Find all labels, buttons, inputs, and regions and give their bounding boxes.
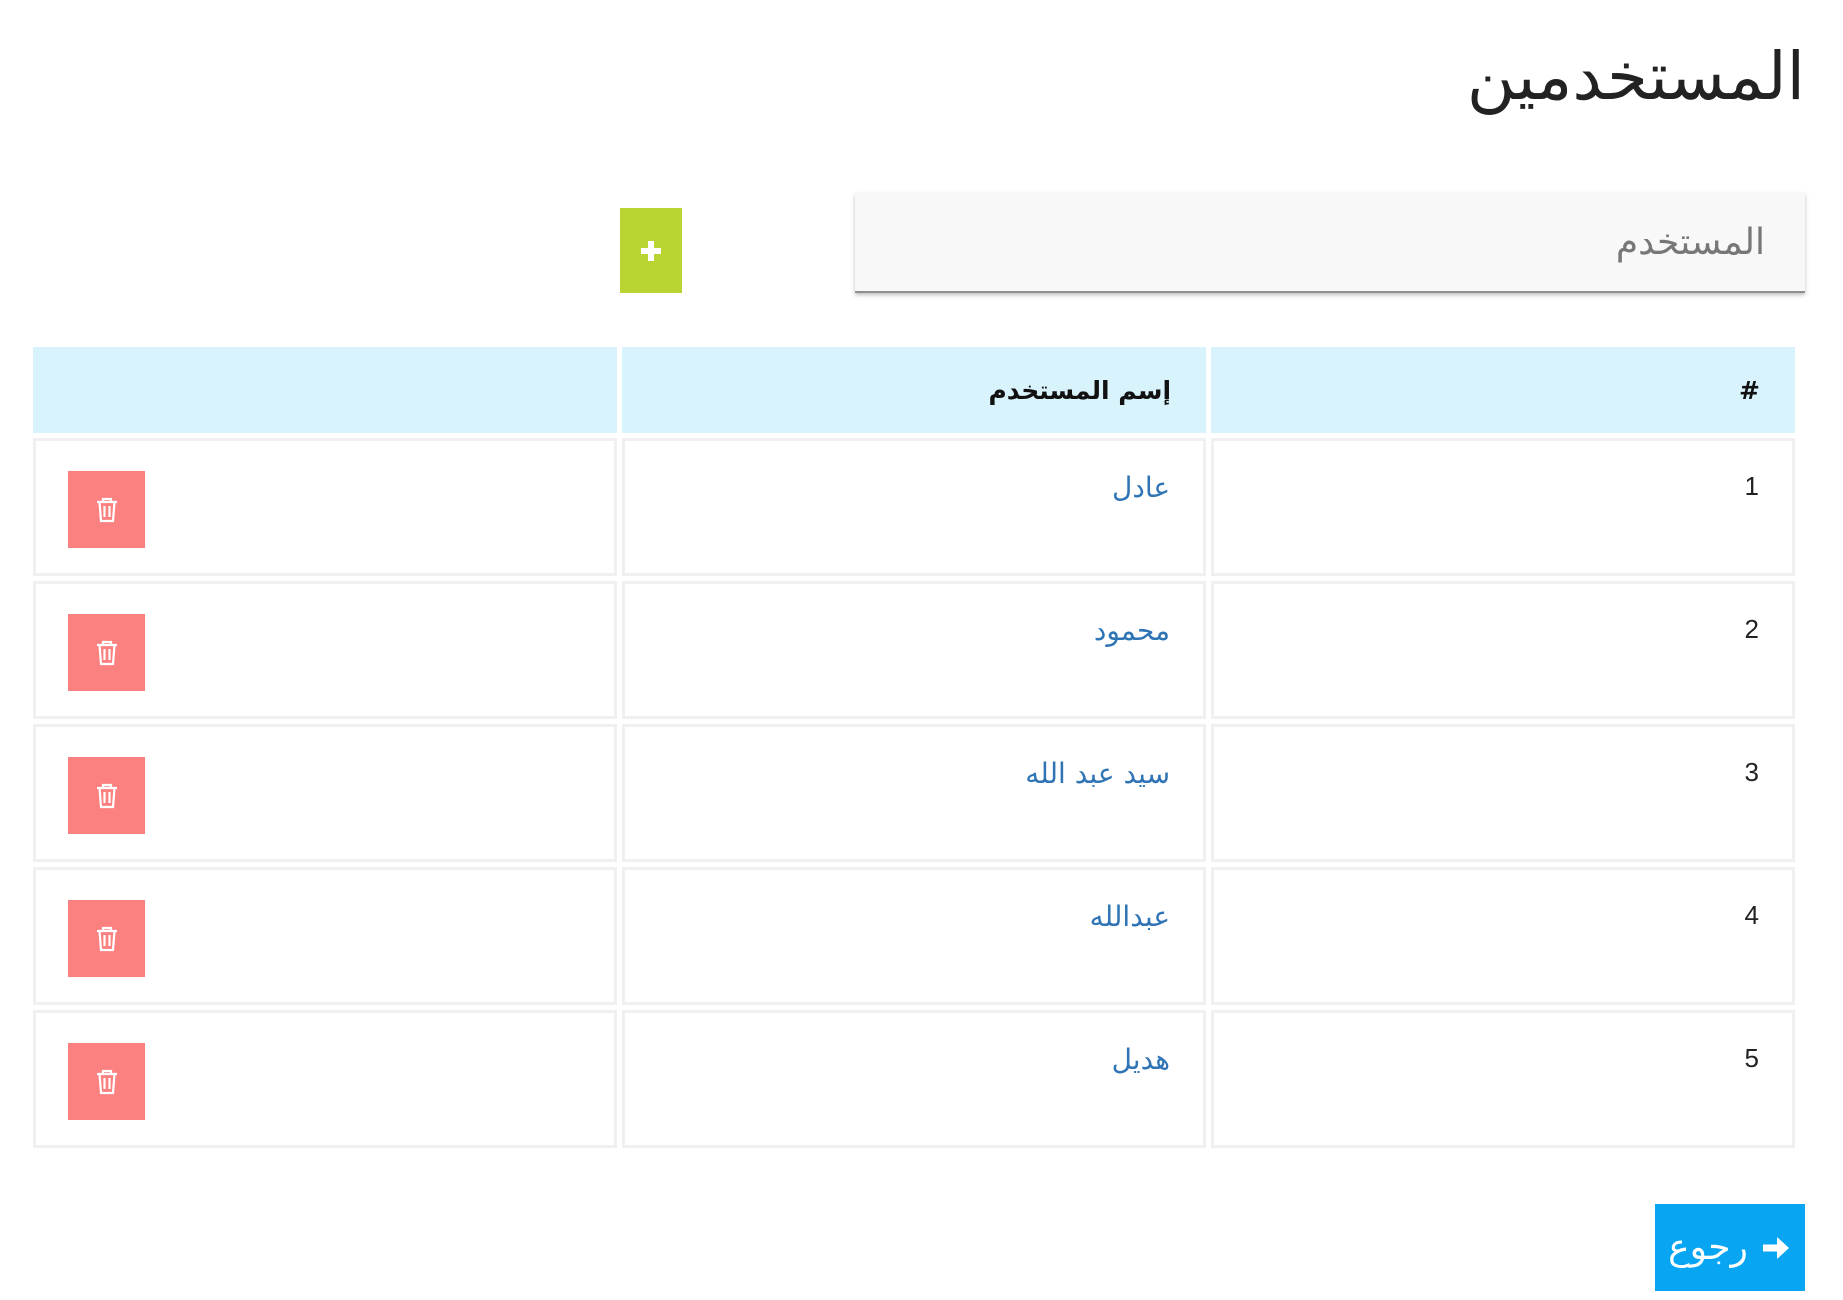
user-name-link[interactable]: هديل [1112, 1043, 1170, 1076]
row-index: 5 [1744, 1043, 1759, 1073]
row-index-cell: 3 [1211, 724, 1795, 862]
users-page: المستخدمين # إسم المستخدم [0, 0, 1843, 1300]
row-actions-cell [33, 438, 618, 576]
row-name-cell: عبدالله [622, 867, 1207, 1005]
row-index: 2 [1744, 614, 1759, 644]
row-actions-cell [33, 867, 618, 1005]
add-user-button[interactable] [620, 208, 682, 293]
row-index-cell: 4 [1211, 867, 1795, 1005]
delete-user-button[interactable] [68, 757, 145, 834]
row-index: 4 [1744, 900, 1759, 930]
arrow-right-icon [1760, 1232, 1792, 1264]
row-name-cell: عادل [622, 438, 1207, 576]
column-header-index: # [1211, 347, 1795, 433]
row-name-cell: سيد عبد الله [622, 724, 1207, 862]
row-index: 3 [1744, 757, 1759, 787]
table-row: 2 محمود [33, 581, 1795, 719]
row-index-cell: 1 [1211, 438, 1795, 576]
trash-icon [95, 926, 119, 952]
trash-icon [95, 783, 119, 809]
username-input[interactable] [855, 193, 1805, 293]
row-actions-cell [33, 1010, 618, 1148]
plus-icon [639, 239, 663, 263]
delete-user-button[interactable] [68, 900, 145, 977]
row-index: 1 [1744, 471, 1759, 501]
user-name-link[interactable]: محمود [1094, 614, 1170, 647]
row-name-cell: هديل [622, 1010, 1207, 1148]
page-title: المستخدمين [1466, 38, 1805, 115]
row-index-cell: 5 [1211, 1010, 1795, 1148]
users-table: # إسم المستخدم 1 عادل 2 محمود 3 سيد عبد … [28, 342, 1800, 1153]
user-name-link[interactable]: عادل [1112, 471, 1170, 504]
table-row: 3 سيد عبد الله [33, 724, 1795, 862]
delete-user-button[interactable] [68, 471, 145, 548]
back-button-label: رجوع [1668, 1227, 1748, 1268]
column-header-username: إسم المستخدم [622, 347, 1207, 433]
delete-user-button[interactable] [68, 1043, 145, 1120]
table-row: 5 هديل [33, 1010, 1795, 1148]
row-actions-cell [33, 724, 618, 862]
back-button[interactable]: رجوع [1655, 1204, 1805, 1291]
user-name-link[interactable]: سيد عبد الله [1025, 757, 1170, 790]
trash-icon [95, 640, 119, 666]
delete-user-button[interactable] [68, 614, 145, 691]
row-index-cell: 2 [1211, 581, 1795, 719]
add-user-form [33, 193, 1805, 297]
trash-icon [95, 497, 119, 523]
row-actions-cell [33, 581, 618, 719]
table-header-row: # إسم المستخدم [33, 347, 1795, 433]
row-name-cell: محمود [622, 581, 1207, 719]
trash-icon [95, 1069, 119, 1095]
column-header-actions [33, 347, 618, 433]
user-name-link[interactable]: عبدالله [1090, 900, 1170, 933]
table-row: 4 عبدالله [33, 867, 1795, 1005]
table-row: 1 عادل [33, 438, 1795, 576]
